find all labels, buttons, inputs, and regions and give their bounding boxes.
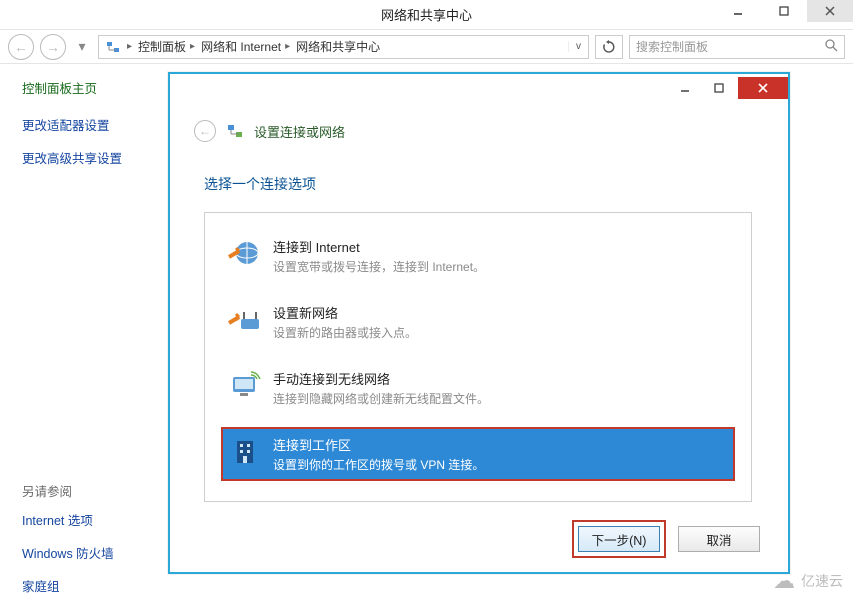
close-button[interactable]	[807, 0, 853, 22]
sidebar-home[interactable]: 控制面板主页	[22, 78, 160, 97]
breadcrumb-item[interactable]: 网络和共享中心	[296, 38, 380, 55]
refresh-button[interactable]	[595, 35, 623, 59]
option-new-network[interactable]: 设置新网络 设置新的路由器或接入点。	[221, 295, 735, 349]
sidebar-link-homegroup[interactable]: 家庭组	[22, 576, 160, 595]
option-title: 连接到 Internet	[273, 237, 485, 256]
dialog-section-title: 选择一个连接选项	[204, 174, 752, 194]
option-title: 连接到工作区	[273, 435, 484, 454]
window-titlebar: 网络和共享中心	[0, 0, 853, 30]
maximize-button[interactable]	[761, 0, 807, 22]
sidebar-link-sharing[interactable]: 更改高级共享设置	[22, 148, 160, 167]
sidebar: 控制面板主页 更改适配器设置 更改高级共享设置 另请参阅 Internet 选项…	[0, 64, 160, 600]
nav-up-button[interactable]: ▾	[72, 37, 92, 57]
sidebar-link-internet-options[interactable]: Internet 选项	[22, 510, 160, 529]
option-manual-wireless[interactable]: 手动连接到无线网络 连接到隐藏网络或创建新无线配置文件。	[221, 361, 735, 415]
nav-forward-button[interactable]: →	[40, 34, 66, 60]
dialog-back-button[interactable]: ←	[194, 120, 216, 142]
router-icon	[227, 303, 261, 337]
option-desc: 设置新的路由器或接入点。	[273, 324, 417, 341]
minimize-button[interactable]	[715, 0, 761, 22]
network-icon	[105, 39, 121, 55]
watermark: ☁ 亿速云	[773, 568, 843, 594]
cancel-button[interactable]: 取消	[678, 526, 760, 552]
option-desc: 连接到隐藏网络或创建新无线配置文件。	[273, 390, 489, 407]
address-dropdown-icon[interactable]: v	[568, 41, 588, 52]
globe-icon	[227, 237, 261, 271]
sidebar-link-firewall[interactable]: Windows 防火墙	[22, 543, 160, 562]
option-title: 手动连接到无线网络	[273, 369, 489, 388]
search-input[interactable]: 搜索控制面板	[629, 35, 845, 59]
dialog-minimize-button[interactable]	[668, 77, 702, 99]
dialog-maximize-button[interactable]	[702, 77, 736, 99]
option-desc: 设置宽带或拨号连接，连接到 Internet。	[273, 258, 485, 275]
network-setup-icon	[226, 122, 244, 140]
dialog-titlebar	[170, 74, 788, 102]
building-icon	[227, 435, 261, 469]
breadcrumb-item[interactable]: 控制面板	[138, 38, 186, 55]
option-desc: 设置到你的工作区的拨号或 VPN 连接。	[273, 456, 484, 473]
option-connect-workplace[interactable]: 连接到工作区 设置到你的工作区的拨号或 VPN 连接。	[221, 427, 735, 481]
search-icon	[825, 39, 838, 55]
option-title: 设置新网络	[273, 303, 417, 322]
sidebar-link-adapter[interactable]: 更改适配器设置	[22, 115, 160, 134]
window-title: 网络和共享中心	[381, 5, 472, 24]
cloud-icon: ☁	[773, 568, 795, 594]
option-connect-internet[interactable]: 连接到 Internet 设置宽带或拨号连接，连接到 Internet。	[221, 229, 735, 283]
navigation-toolbar: ← → ▾ ▸ 控制面板▸ 网络和 Internet▸ 网络和共享中心 v 搜索…	[0, 30, 853, 64]
dialog-close-button[interactable]	[738, 77, 788, 99]
next-button[interactable]: 下一步(N)	[578, 526, 660, 552]
next-button-highlight: 下一步(N)	[572, 520, 666, 558]
address-bar[interactable]: ▸ 控制面板▸ 网络和 Internet▸ 网络和共享中心 v	[98, 35, 589, 59]
connection-options-list: 连接到 Internet 设置宽带或拨号连接，连接到 Internet。 设置新…	[204, 212, 752, 502]
main-content: ← 设置连接或网络 选择一个连接选项 连接到 Internet 设	[160, 64, 853, 600]
dialog-header-title: 设置连接或网络	[254, 122, 345, 141]
search-placeholder: 搜索控制面板	[636, 38, 708, 55]
setup-connection-dialog: ← 设置连接或网络 选择一个连接选项 连接到 Internet 设	[168, 72, 790, 574]
monitor-wifi-icon	[227, 369, 261, 403]
breadcrumb-item[interactable]: 网络和 Internet	[201, 38, 281, 55]
sidebar-see-also-label: 另请参阅	[22, 481, 160, 500]
nav-back-button[interactable]: ←	[8, 34, 34, 60]
